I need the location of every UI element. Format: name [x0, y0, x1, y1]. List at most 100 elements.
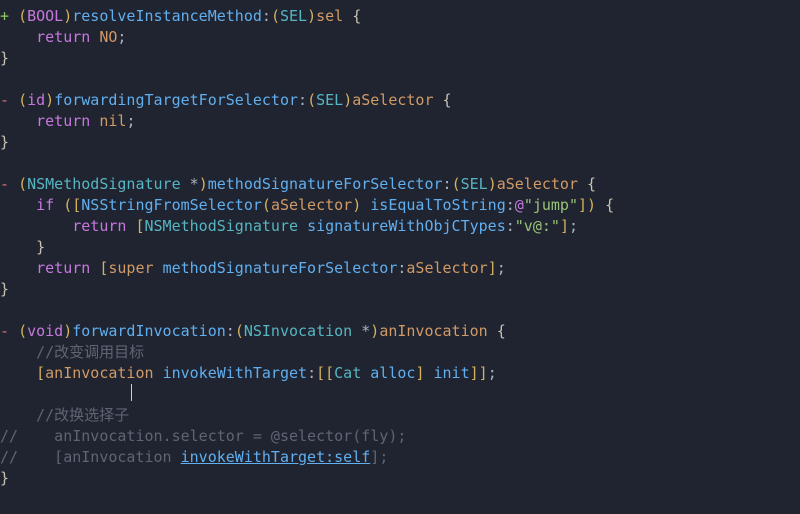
paren-close: ) — [199, 175, 208, 193]
paren-open: ( — [452, 175, 461, 193]
type-nsinvocation: NSInvocation — [244, 322, 352, 340]
param-aninvocation: anInvocation — [45, 364, 153, 382]
paren-open: ( — [18, 91, 27, 109]
paren-close: ) — [307, 7, 316, 25]
type-nsmethodsig: NSMethodSignature — [27, 175, 181, 193]
space — [154, 259, 163, 277]
space — [424, 364, 433, 382]
paren-open: ( — [235, 322, 244, 340]
selector-sigwithtypes: signatureWithObjCTypes — [307, 217, 506, 235]
indent — [0, 259, 36, 277]
method-name: methodSignatureForSelector — [208, 175, 443, 193]
space — [90, 28, 99, 46]
gutter-comment: // — [0, 427, 18, 445]
type-id: id — [27, 91, 45, 109]
brace-open: { — [605, 196, 614, 214]
selector-isequaltostring: isEqualToString — [370, 196, 505, 214]
bracket-close: ] — [488, 259, 497, 277]
semi: ; — [117, 28, 126, 46]
paren-close: ) — [352, 196, 361, 214]
bracket-open: [ — [135, 217, 144, 235]
star: * — [181, 175, 199, 193]
selector-invokewithtarget: invokeWithTarget — [163, 364, 308, 382]
paren-close: ) — [488, 175, 497, 193]
space — [488, 322, 497, 340]
string-types: "v@:" — [515, 217, 560, 235]
bracket-open: [ — [36, 364, 45, 382]
type-sel: SEL — [280, 7, 307, 25]
paren-close: ) — [63, 322, 72, 340]
bracket-close: ] — [470, 364, 479, 382]
semi: ; — [488, 364, 497, 382]
space — [361, 364, 370, 382]
indent — [0, 406, 36, 424]
selector-alloc: alloc — [370, 364, 415, 382]
colon: : — [443, 175, 452, 193]
type-cat: Cat — [334, 364, 361, 382]
bracket-close: ] — [479, 364, 488, 382]
bracket-open: [ — [325, 364, 334, 382]
space — [298, 217, 307, 235]
keyword-super: super — [108, 259, 153, 277]
type-bool: BOOL — [27, 7, 63, 25]
indent — [0, 364, 36, 382]
space — [596, 196, 605, 214]
const-no: NO — [99, 28, 117, 46]
paren-close: ) — [587, 196, 596, 214]
space — [154, 364, 163, 382]
bracket-close: ] — [370, 448, 379, 466]
code-editor[interactable]: + (BOOL)resolveInstanceMethod:(SEL)sel {… — [0, 0, 800, 489]
space — [578, 175, 587, 193]
brace-open: { — [352, 7, 361, 25]
paren-open: ( — [18, 322, 27, 340]
type-sel: SEL — [461, 175, 488, 193]
keyword-return: return — [36, 28, 90, 46]
commented-code: [anInvocation — [18, 448, 181, 466]
selector-invokewithtarget-self: invokeWithTarget:self — [181, 448, 371, 466]
method-name: resolveInstanceMethod — [72, 7, 262, 25]
space — [90, 259, 99, 277]
gutter-add: + — [0, 7, 18, 25]
param-sel: sel — [316, 7, 343, 25]
space — [54, 196, 63, 214]
paren-open: ( — [18, 7, 27, 25]
gutter-del: - — [0, 175, 18, 193]
paren-open: ( — [18, 175, 27, 193]
semi: ; — [126, 112, 135, 130]
at-literal: @ — [515, 196, 524, 214]
param-aninvocation: anInvocation — [379, 322, 487, 340]
colon: : — [506, 217, 515, 235]
gutter-del: - — [0, 322, 18, 340]
semi: ; — [497, 259, 506, 277]
indent — [0, 112, 36, 130]
brace-open: { — [443, 91, 452, 109]
star: * — [352, 322, 370, 340]
func-nsstringfromselector: NSStringFromSelector — [81, 196, 262, 214]
type-nsmethodsig: NSMethodSignature — [145, 217, 299, 235]
colon: : — [298, 91, 307, 109]
brace-open: { — [497, 322, 506, 340]
colon: : — [506, 196, 515, 214]
bracket-open: [ — [316, 364, 325, 382]
keyword-return: return — [72, 217, 126, 235]
gutter-del: - — [0, 91, 18, 109]
param-aselector: aSelector — [271, 196, 352, 214]
paren-close: ) — [343, 91, 352, 109]
keyword-return: return — [36, 259, 90, 277]
text-cursor — [131, 384, 132, 401]
semi: ; — [569, 217, 578, 235]
brace-close: } — [0, 133, 9, 151]
brace-close: } — [0, 280, 9, 298]
space — [434, 91, 443, 109]
selector-methodsigforselector: methodSignatureForSelector — [163, 259, 398, 277]
space — [90, 112, 99, 130]
bracket-close: ] — [560, 217, 569, 235]
selector-init: init — [434, 364, 470, 382]
param-aselector: aSelector — [352, 91, 433, 109]
indent — [0, 196, 36, 214]
colon: : — [226, 322, 235, 340]
indent — [0, 343, 36, 361]
type-void: void — [27, 322, 63, 340]
param-aselector: aSelector — [406, 259, 487, 277]
string-jump: "jump" — [524, 196, 578, 214]
